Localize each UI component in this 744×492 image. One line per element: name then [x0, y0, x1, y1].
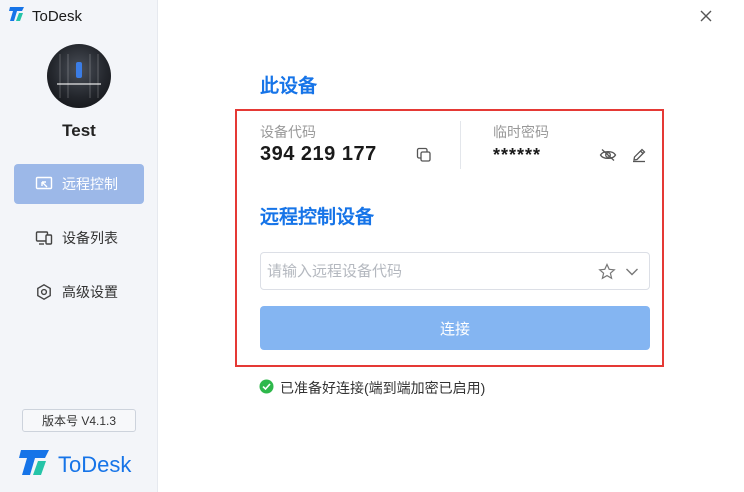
remote-control-icon [34, 174, 54, 194]
check-circle-icon [259, 379, 274, 397]
sidebar-item-label: 远程控制 [62, 176, 118, 192]
device-code-value: 394 219 177 [260, 143, 377, 165]
star-icon [598, 263, 616, 280]
app-title: ToDesk [32, 8, 83, 25]
copy-code-button[interactable] [414, 145, 434, 165]
device-list-icon [34, 228, 54, 248]
sidebar-item-advanced-settings[interactable]: 高级设置 [14, 272, 144, 312]
status-text: 已准备好连接(端到端加密已启用) [280, 380, 486, 396]
history-dropdown-button[interactable] [622, 262, 642, 282]
eye-off-icon [599, 149, 617, 161]
connection-status: 已准备好连接(端到端加密已启用) [259, 378, 485, 398]
temp-password-label: 临时密码 [493, 124, 549, 140]
chevron-down-icon [626, 268, 638, 276]
this-device-title: 此设备 [260, 76, 318, 97]
todesk-logo-icon [8, 5, 26, 28]
settings-icon [34, 282, 54, 302]
remote-control-title: 远程控制设备 [260, 207, 375, 228]
toggle-password-visibility-button[interactable] [598, 145, 618, 165]
version-badge: 版本号 V4.1.3 [22, 409, 136, 432]
temp-password-value: ****** [493, 145, 542, 165]
titlebar-logo: ToDesk [8, 5, 82, 28]
remote-code-input[interactable] [267, 253, 587, 289]
sidebar-item-remote-control[interactable]: 远程控制 [14, 164, 144, 204]
copy-icon [416, 147, 431, 162]
remote-code-field [260, 252, 650, 290]
username: Test [62, 121, 96, 140]
close-button[interactable] [696, 6, 716, 26]
close-icon [700, 10, 712, 22]
edit-password-button[interactable] [629, 145, 649, 165]
sidebar: ToDesk Test 远程控制 设备列表 高级设置 版本号 V4.1.3 To… [0, 0, 158, 492]
sidebar-item-device-list[interactable]: 设备列表 [14, 218, 144, 258]
favorite-button[interactable] [597, 262, 617, 282]
brand-logo: ToDesk [18, 447, 131, 482]
connect-button[interactable]: 连接 [260, 306, 650, 350]
sidebar-item-label: 设备列表 [62, 230, 118, 246]
sidebar-item-label: 高级设置 [62, 284, 118, 300]
brand-name: ToDesk [58, 451, 132, 477]
divider [460, 121, 461, 169]
device-code-label: 设备代码 [260, 124, 316, 140]
todesk-logo-icon [18, 447, 52, 482]
avatar[interactable] [47, 44, 111, 108]
pencil-icon [633, 148, 646, 163]
